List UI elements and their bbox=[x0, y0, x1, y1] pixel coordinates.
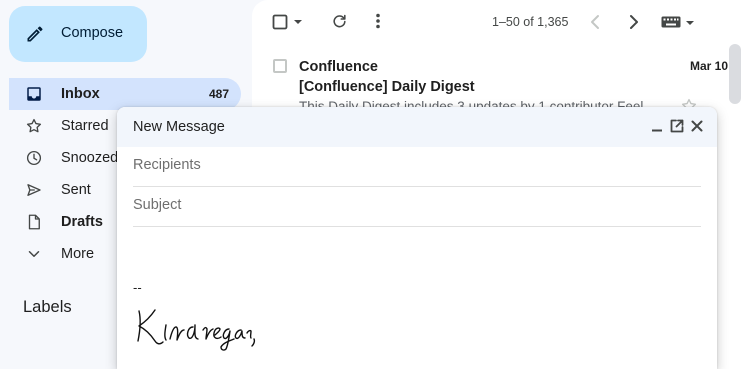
pagination-text: 1–50 of 1,365 bbox=[492, 15, 569, 29]
row-checkbox[interactable] bbox=[273, 59, 287, 73]
scrollbar-thumb[interactable] bbox=[729, 44, 741, 104]
sidebar-item-label: Starred bbox=[61, 118, 109, 134]
pop-out-icon[interactable] bbox=[670, 119, 684, 133]
recipients-input[interactable] bbox=[133, 157, 701, 173]
refresh-icon[interactable] bbox=[331, 13, 348, 30]
chevron-left-icon[interactable] bbox=[589, 14, 601, 30]
sidebar-item-label: Sent bbox=[61, 182, 91, 198]
more-vert-icon[interactable] bbox=[375, 13, 381, 29]
email-date: Mar 10 bbox=[689, 59, 728, 73]
chevron-right-icon[interactable] bbox=[628, 14, 640, 30]
pencil-icon bbox=[25, 24, 45, 44]
email-subject: [Confluence] Daily Digest bbox=[299, 79, 475, 95]
inbox-icon bbox=[25, 85, 43, 103]
send-icon bbox=[25, 181, 43, 199]
recipients-field bbox=[133, 147, 701, 187]
sidebar-item-label: Drafts bbox=[61, 214, 103, 230]
compose-dialog: New Message -- bbox=[117, 107, 717, 369]
select-checkbox[interactable] bbox=[272, 14, 288, 30]
sidebar-item-label: Snoozed bbox=[61, 150, 119, 166]
compose-title: New Message bbox=[133, 119, 225, 135]
email-sender: Confluence bbox=[299, 59, 378, 75]
close-icon[interactable] bbox=[690, 119, 704, 133]
table-row[interactable]: Confluence Mar 10 [Confluence] Daily Dig… bbox=[252, 44, 741, 116]
subject-input[interactable] bbox=[133, 197, 701, 213]
sidebar-item-label: Inbox bbox=[61, 86, 100, 102]
subject-field bbox=[133, 187, 701, 227]
select-dropdown-icon[interactable] bbox=[293, 18, 303, 26]
compose-label: Compose bbox=[61, 25, 124, 41]
keyboard-icon[interactable] bbox=[661, 16, 681, 28]
sidebar-item-inbox[interactable]: Inbox 487 bbox=[9, 78, 241, 110]
draft-icon bbox=[25, 213, 43, 231]
compose-button[interactable]: Compose bbox=[9, 6, 147, 62]
star-icon bbox=[25, 117, 43, 135]
minimize-icon[interactable] bbox=[650, 119, 664, 133]
input-tools-dropdown-icon[interactable] bbox=[685, 19, 695, 27]
signature-separator: -- bbox=[133, 280, 142, 295]
sidebar-item-label: More bbox=[61, 246, 95, 262]
labels-heading: Labels bbox=[23, 298, 72, 316]
chevron-down-icon bbox=[25, 245, 43, 263]
clock-icon bbox=[25, 149, 43, 167]
signature-image bbox=[133, 305, 257, 351]
compose-header[interactable]: New Message bbox=[117, 107, 717, 147]
unread-count: 487 bbox=[208, 87, 229, 101]
